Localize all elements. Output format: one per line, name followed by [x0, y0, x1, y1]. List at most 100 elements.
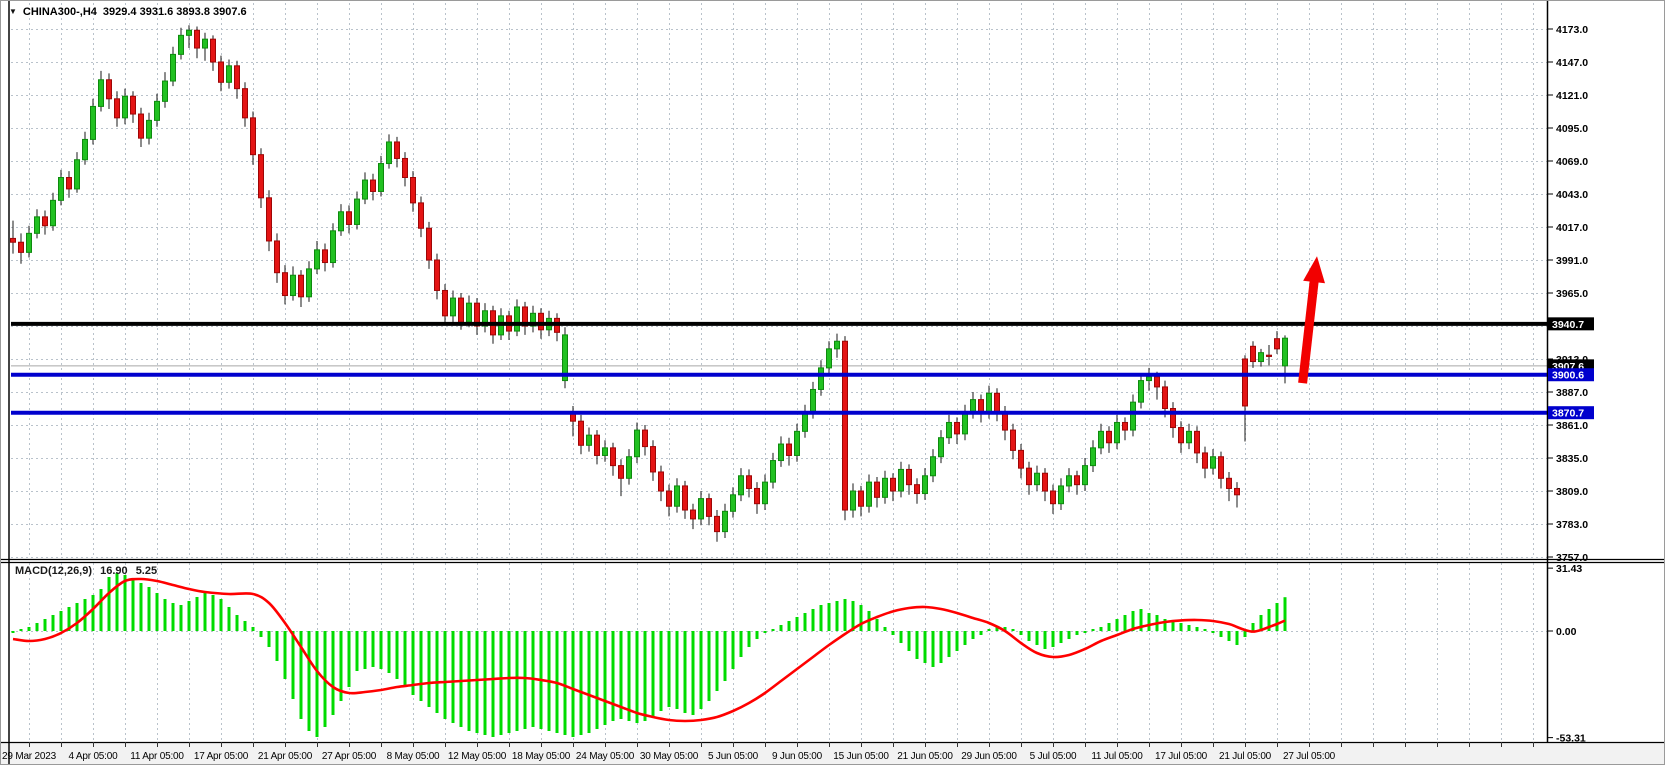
candle-body	[923, 476, 928, 494]
macd-bar	[492, 631, 495, 737]
candle-body	[595, 435, 600, 455]
candle-body	[459, 298, 464, 322]
macd-bar	[684, 631, 687, 713]
macd-bar	[1060, 631, 1063, 643]
macd-bar	[580, 631, 583, 735]
candle-body	[307, 269, 312, 297]
macd-bar	[564, 631, 567, 735]
macd-bar	[444, 631, 447, 719]
candle-body	[1155, 377, 1160, 387]
macd-bar	[164, 599, 167, 631]
candle-body	[195, 30, 200, 48]
macd-bar	[156, 593, 159, 631]
macd-bar	[588, 631, 591, 733]
candle-body	[1131, 402, 1136, 430]
candle-body	[715, 516, 720, 531]
candle-body	[1107, 431, 1112, 442]
price-tick-label: 4147.0	[1556, 57, 1588, 69]
candle-body	[891, 478, 896, 491]
macd-bar	[700, 631, 703, 709]
macd-bar	[892, 631, 895, 635]
macd-bar	[1108, 623, 1111, 631]
macd-bar	[244, 621, 247, 631]
macd-bar	[1044, 631, 1047, 649]
macd-bar	[124, 575, 127, 631]
candle-body	[1259, 353, 1264, 362]
macd-bar	[92, 595, 95, 631]
candle-body	[803, 412, 808, 431]
candle-body	[67, 178, 72, 189]
macd-bar	[172, 603, 175, 631]
macd-bar	[268, 631, 271, 647]
price-tick-label: 3991.0	[1556, 255, 1588, 267]
date-label: 29 Mar 2023	[2, 751, 57, 762]
candle-body	[691, 510, 696, 519]
candle-body	[835, 341, 840, 349]
macd-bar	[748, 631, 751, 647]
candle-body	[579, 421, 584, 445]
macd-bar	[628, 631, 631, 721]
date-label: 21 Jun 05:00	[897, 751, 953, 762]
macd-bar	[308, 631, 311, 731]
date-label: 27 Jul 05:00	[1283, 751, 1336, 762]
candle-body	[1235, 488, 1240, 494]
candle-body	[411, 178, 416, 203]
macd-bar	[116, 573, 119, 631]
macd-tick-label: 0.00	[1556, 626, 1577, 638]
candle-body	[331, 231, 336, 263]
chart-canvas[interactable]: 4173.04147.04121.04095.04069.04043.04017…	[1, 1, 1665, 765]
candle-body	[371, 180, 376, 191]
candle-body	[451, 298, 456, 316]
macd-bar	[1244, 631, 1247, 637]
macd-bar	[676, 631, 679, 709]
macd-bar	[708, 631, 711, 701]
candle-body	[1195, 431, 1200, 453]
macd-bar	[188, 601, 191, 631]
candle-body	[443, 290, 448, 315]
macd-bar	[220, 599, 223, 631]
candle-body	[931, 457, 936, 476]
macd-bar	[764, 631, 767, 633]
candle-body	[1219, 457, 1224, 479]
macd-bar	[932, 631, 935, 667]
candle-body	[283, 273, 288, 296]
candle-body	[243, 89, 248, 118]
candle-body	[1027, 468, 1032, 485]
candle-body	[1179, 428, 1184, 443]
macd-bar	[1204, 629, 1207, 631]
price-tick-label: 4017.0	[1556, 222, 1588, 234]
macd-bar	[20, 629, 23, 631]
macd-bar	[52, 615, 55, 631]
macd-bar	[900, 631, 903, 643]
candle-body	[1051, 491, 1056, 504]
symbol-collapse-icon[interactable]: ▼	[9, 8, 17, 16]
candle-body	[859, 491, 864, 506]
candle-body	[147, 120, 152, 138]
candle-body	[1267, 355, 1272, 356]
candle-body	[939, 438, 944, 457]
candle-body	[643, 430, 648, 447]
macd-bar	[1196, 627, 1199, 631]
price-tick-label: 3887.0	[1556, 387, 1588, 399]
date-label: 12 May 05:00	[448, 751, 507, 762]
mt4-chart-window: 4173.04147.04121.04095.04069.04043.04017…	[0, 0, 1665, 765]
macd-bar	[836, 601, 839, 631]
macd-bar	[636, 631, 639, 723]
macd-bar	[140, 583, 143, 631]
candle-body	[515, 307, 520, 331]
date-label: 17 Apr 05:00	[194, 751, 249, 762]
price-tick-label: 3861.0	[1556, 420, 1588, 432]
candle-body	[675, 486, 680, 506]
macd-bar	[604, 631, 607, 725]
macd-bar	[148, 587, 151, 631]
candle-body	[347, 212, 352, 225]
macd-bar	[276, 631, 279, 661]
candle-body	[219, 62, 224, 82]
candle-body	[811, 389, 816, 412]
candle-body	[1203, 453, 1208, 468]
macd-bar	[284, 631, 287, 679]
candle-body	[947, 422, 952, 437]
macd-bar	[452, 631, 455, 723]
candle-body	[1211, 457, 1216, 468]
candle-body	[755, 488, 760, 503]
